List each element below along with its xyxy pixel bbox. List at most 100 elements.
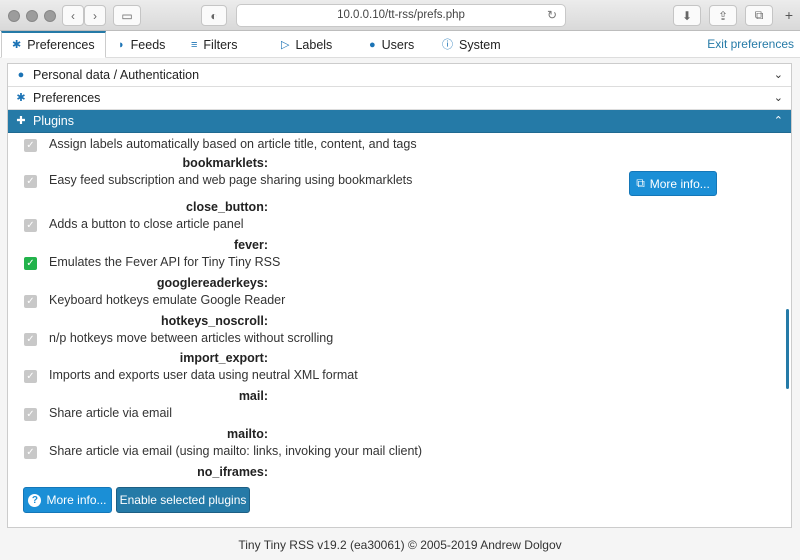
browser-toolbar: ‹ › ▭ ◐ 10.0.0.10/tt-rss/prefs.php ↻ ⬇ ⇪…	[0, 0, 800, 31]
plugin-checkbox[interactable]: ✓	[24, 175, 37, 188]
plugin-description: Easy feed subscription and web page shar…	[49, 173, 413, 187]
plugin-description: Adds a button to close article panel	[49, 217, 244, 231]
accordion-label: Preferences	[33, 91, 101, 105]
plugin-name: no_iframes:	[197, 465, 268, 479]
more-info-button[interactable]: ? More info...	[23, 487, 112, 513]
minimize-window-button[interactable]	[26, 10, 38, 22]
exit-preferences-link[interactable]: Exit preferences	[707, 31, 794, 57]
sidebar-icon: ▭	[121, 8, 133, 23]
plugin-row: ✓ Assign labels automatically based on a…	[8, 134, 791, 156]
plugin-checkbox[interactable]: ✓	[24, 370, 37, 383]
preferences-panel: ● Personal data / Authentication ⌄ ✱ Pre…	[7, 63, 792, 528]
plugin-checkbox[interactable]: ✓	[24, 139, 37, 152]
tab-feeds[interactable]: ◗ Feeds	[118, 31, 165, 58]
address-bar[interactable]: 10.0.0.10/tt-rss/prefs.php ↻	[236, 4, 566, 27]
plugin-row: close_button: ✓ Adds a button to close a…	[8, 200, 791, 236]
plugin-row: googlereaderkeys: ✓ Keyboard hotkeys emu…	[8, 276, 791, 312]
tab-system[interactable]: ⓘ System	[442, 31, 501, 58]
tab-users[interactable]: ● Users	[369, 31, 414, 58]
plugin-row: mailto: ✓ Share article via email (using…	[8, 427, 791, 463]
plugin-list: ✓ Assign labels automatically based on a…	[8, 134, 791, 479]
tab-label: Filters	[203, 37, 238, 52]
label-icon: ▷	[281, 38, 290, 51]
plugin-checkbox[interactable]: ✓	[24, 408, 37, 421]
info-icon: ⓘ	[442, 38, 453, 51]
prefs-tab-bar: ✱ Preferences ◗ Feeds ≡ Filters ▷ Labels…	[0, 31, 800, 58]
tab-labels[interactable]: ▷ Labels	[281, 31, 332, 58]
more-info-label: More info...	[46, 493, 107, 507]
reload-icon[interactable]: ↻	[547, 5, 557, 26]
question-icon: ?	[28, 493, 42, 507]
plugin-name: mailto:	[227, 427, 268, 441]
footer-text: Tiny Tiny RSS v19.2 (ea30061) © 2005-201…	[238, 538, 562, 552]
accordion-preferences[interactable]: ✱ Preferences ⌄	[8, 87, 791, 110]
plugin-row: import_export: ✓ Imports and exports use…	[8, 351, 791, 387]
chevron-left-icon: ‹	[71, 8, 75, 23]
download-icon: ⬇	[681, 8, 693, 23]
downloads-button[interactable]: ⬇	[673, 5, 701, 26]
plugin-name: bookmarklets:	[182, 156, 268, 170]
tabs-icon: ⧉	[754, 8, 764, 22]
more-info-label: More info...	[649, 176, 710, 191]
tab-label: Preferences	[27, 38, 95, 52]
chevron-down-icon: ⌄	[773, 69, 783, 81]
plugin-description: Emulates the Fever API for Tiny Tiny RSS	[49, 255, 281, 269]
plugin-description: n/p hotkeys move between articles withou…	[49, 331, 334, 345]
user-icon: ●	[369, 38, 376, 51]
maximize-window-button[interactable]	[44, 10, 56, 22]
puzzle-icon: ✚	[16, 115, 26, 127]
plugin-list-scrollbar[interactable]	[786, 309, 789, 389]
accordion-label: Plugins	[33, 114, 74, 128]
plugin-checkbox[interactable]: ✓	[24, 295, 37, 308]
accordion-personal-data[interactable]: ● Personal data / Authentication ⌄	[8, 64, 791, 87]
external-link-icon: ⧉	[636, 176, 645, 190]
plugin-name: googlereaderkeys:	[156, 276, 268, 290]
tab-filters[interactable]: ≡ Filters	[191, 31, 237, 58]
plugin-row: mail: ✓ Share article via email	[8, 389, 791, 425]
forward-button[interactable]: ›	[84, 5, 106, 26]
plugin-row: fever: ✓ Emulates the Fever API for Tiny…	[8, 238, 791, 274]
rss-icon: ◗	[118, 38, 125, 51]
filter-icon: ≡	[191, 38, 198, 51]
chevron-up-icon: ⌃	[773, 115, 783, 127]
accordion-plugins[interactable]: ✚ Plugins ⌃	[8, 110, 791, 133]
new-tab-icon[interactable]: +	[785, 7, 793, 23]
tab-label: Users	[381, 37, 415, 52]
plugin-name: mail:	[238, 389, 268, 403]
accordion-label: Personal data / Authentication	[33, 68, 200, 82]
user-icon: ●	[17, 69, 25, 81]
plugin-description: Imports and exports user data using neut…	[49, 368, 358, 382]
plugin-row: hotkeys_noscroll: ✓ n/p hotkeys move bet…	[8, 314, 791, 350]
shield-icon: ◐	[210, 8, 218, 23]
plugin-name: fever:	[233, 238, 268, 252]
enable-label: Enable selected plugins	[119, 493, 247, 507]
plugin-checkbox[interactable]: ✓	[24, 333, 37, 346]
plugin-checkbox[interactable]: ✓	[24, 219, 37, 232]
bookmarklets-more-info-button[interactable]: ⧉ More info...	[629, 171, 717, 196]
url-text: 10.0.0.10/tt-rss/prefs.php	[337, 9, 465, 21]
plugin-name: close_button:	[186, 200, 268, 214]
plugin-checkbox[interactable]: ✓	[24, 257, 37, 270]
share-icon: ⇪	[717, 8, 729, 23]
tab-label: System	[459, 37, 501, 52]
tab-label: Labels	[295, 37, 333, 52]
plugin-description: Share article via email (using mailto: l…	[49, 444, 423, 458]
plugin-description: Assign labels automatically based on art…	[49, 137, 417, 151]
plugin-checkbox[interactable]: ✓	[24, 446, 37, 459]
chevron-down-icon: ⌄	[773, 92, 783, 104]
plugin-row: no_iframes:	[8, 465, 791, 479]
tab-preferences[interactable]: ✱ Preferences	[1, 31, 106, 58]
share-button[interactable]: ⇪	[709, 5, 737, 26]
enable-selected-plugins-button[interactable]: Enable selected plugins	[116, 487, 250, 513]
gear-icon: ✱	[12, 39, 22, 51]
tab-label: Feeds	[130, 37, 166, 52]
close-window-button[interactable]	[8, 10, 20, 22]
plugin-name: import_export:	[179, 351, 268, 365]
sidebar-button[interactable]: ▭	[113, 5, 141, 26]
plugin-description: Keyboard hotkeys emulate Google Reader	[49, 293, 286, 307]
tabs-overview-button[interactable]: ⧉	[745, 5, 773, 26]
chevron-right-icon: ›	[93, 8, 97, 23]
plugin-description: Share article via email	[49, 406, 172, 420]
back-button[interactable]: ‹	[62, 5, 84, 26]
privacy-button[interactable]: ◐	[201, 5, 227, 26]
